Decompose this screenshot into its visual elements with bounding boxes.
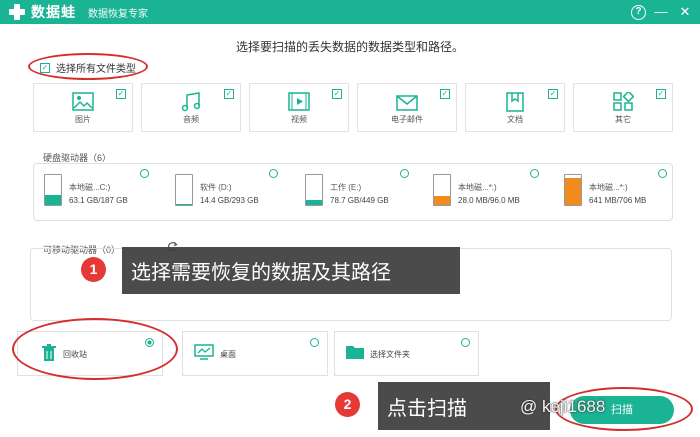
drive-size: 641 MB/706 MB <box>589 196 647 205</box>
location-radio[interactable] <box>461 338 470 347</box>
drive-size: 63.1 GB/187 GB <box>69 196 128 205</box>
watermark: @ keji1688 <box>520 397 606 416</box>
drive-size: 14.4 GB/293 GB <box>200 196 259 205</box>
file-type-label: 视频 <box>291 115 307 124</box>
drive-radio[interactable] <box>400 169 409 178</box>
close-button[interactable]: ✕ <box>676 3 694 21</box>
drive-usage-bar <box>45 194 61 205</box>
page-heading: 选择要扫描的丢失数据的数据类型和路径。 <box>235 40 464 54</box>
drive-item[interactable]: 软件 (D:) 14.4 GB/293 GB <box>175 174 300 214</box>
step-badge-2: 2 <box>335 392 360 417</box>
location-desktop[interactable]: 桌面 <box>182 331 328 376</box>
drive-icon <box>564 174 582 206</box>
annotation-ellipse <box>12 318 178 380</box>
file-type-label: 电子邮件 <box>391 115 423 124</box>
checkbox-icon[interactable]: ✓ <box>332 89 342 99</box>
drive-item[interactable]: 本地磁...*:) 28.0 MB/96.0 MB <box>433 174 558 214</box>
callout-text: 点击扫描 <box>387 397 467 420</box>
drive-name: 工作 (E:) <box>330 183 362 192</box>
drive-usage-bar <box>565 177 581 205</box>
email-icon <box>396 95 418 111</box>
drive-radio[interactable] <box>269 169 278 178</box>
video-icon <box>288 92 310 111</box>
drive-name: 本地磁...*:) <box>458 183 497 192</box>
title-bar: 数据蛙 数据恢复专家 ? — ✕ <box>0 0 700 24</box>
minimize-button[interactable]: — <box>652 3 670 21</box>
drive-icon <box>433 174 451 206</box>
location-radio[interactable] <box>310 338 319 347</box>
image-icon <box>72 92 94 111</box>
drive-size: 78.7 GB/449 GB <box>330 196 389 205</box>
drive-name: 本地磁...C:) <box>69 183 111 192</box>
other-icon <box>613 92 634 111</box>
file-type-video[interactable]: ✓ 视频 <box>249 83 349 132</box>
file-type-label: 音频 <box>183 115 199 124</box>
file-type-label: 其它 <box>615 115 631 124</box>
drive-name: 软件 (D:) <box>200 183 232 192</box>
drive-size: 28.0 MB/96.0 MB <box>458 196 520 205</box>
drive-item[interactable]: 工作 (E:) 78.7 GB/449 GB <box>305 174 430 214</box>
music-icon <box>181 92 201 112</box>
drive-item[interactable]: 本地磁...C:) 63.1 GB/187 GB <box>44 174 169 214</box>
drive-radio[interactable] <box>658 169 667 178</box>
file-type-label: 文档 <box>507 115 523 124</box>
location-select-folder[interactable]: 选择文件夹 <box>334 331 479 376</box>
desktop-icon <box>194 344 214 360</box>
app-subtitle: 数据恢复专家 <box>88 8 148 20</box>
location-label: 桌面 <box>220 350 236 359</box>
step-badge-1: 1 <box>81 257 106 282</box>
file-type-other[interactable]: ✓ 其它 <box>573 83 673 132</box>
drive-icon <box>175 174 193 206</box>
file-type-email[interactable]: ✓ 电子邮件 <box>357 83 457 132</box>
file-type-image[interactable]: ✓ 图片 <box>33 83 133 132</box>
document-icon <box>506 92 524 112</box>
help-icon[interactable]: ? <box>631 4 646 20</box>
checkbox-icon[interactable]: ✓ <box>116 89 126 99</box>
app-name: 数据蛙 <box>31 4 76 20</box>
callout-text: 选择需要恢复的数据及其路径 <box>131 262 391 284</box>
file-type-label: 图片 <box>75 115 91 124</box>
checkbox-icon[interactable]: ✓ <box>440 89 450 99</box>
drive-radio[interactable] <box>530 169 539 178</box>
drive-icon <box>305 174 323 206</box>
cross-logo-icon <box>8 3 26 21</box>
instruction-callout-1: 选择需要恢复的数据及其路径 <box>122 247 460 294</box>
checkbox-icon[interactable]: ✓ <box>224 89 234 99</box>
annotation-ellipse <box>28 53 148 80</box>
drive-usage-bar <box>306 199 322 205</box>
file-type-audio[interactable]: ✓ 音频 <box>141 83 241 132</box>
drive-name: 本地磁...*:) <box>589 183 628 192</box>
file-type-document[interactable]: ✓ 文档 <box>465 83 565 132</box>
drive-usage-bar <box>434 196 450 205</box>
drive-icon <box>44 174 62 206</box>
checkbox-icon[interactable]: ✓ <box>548 89 558 99</box>
drive-radio[interactable] <box>140 169 149 178</box>
folder-icon <box>346 346 364 359</box>
app-logo: 数据蛙 <box>8 2 76 22</box>
checkbox-icon[interactable]: ✓ <box>656 89 666 99</box>
location-label: 选择文件夹 <box>370 350 410 359</box>
drive-item[interactable]: 本地磁...*:) 641 MB/706 MB <box>564 174 689 214</box>
drive-usage-bar <box>176 203 192 205</box>
